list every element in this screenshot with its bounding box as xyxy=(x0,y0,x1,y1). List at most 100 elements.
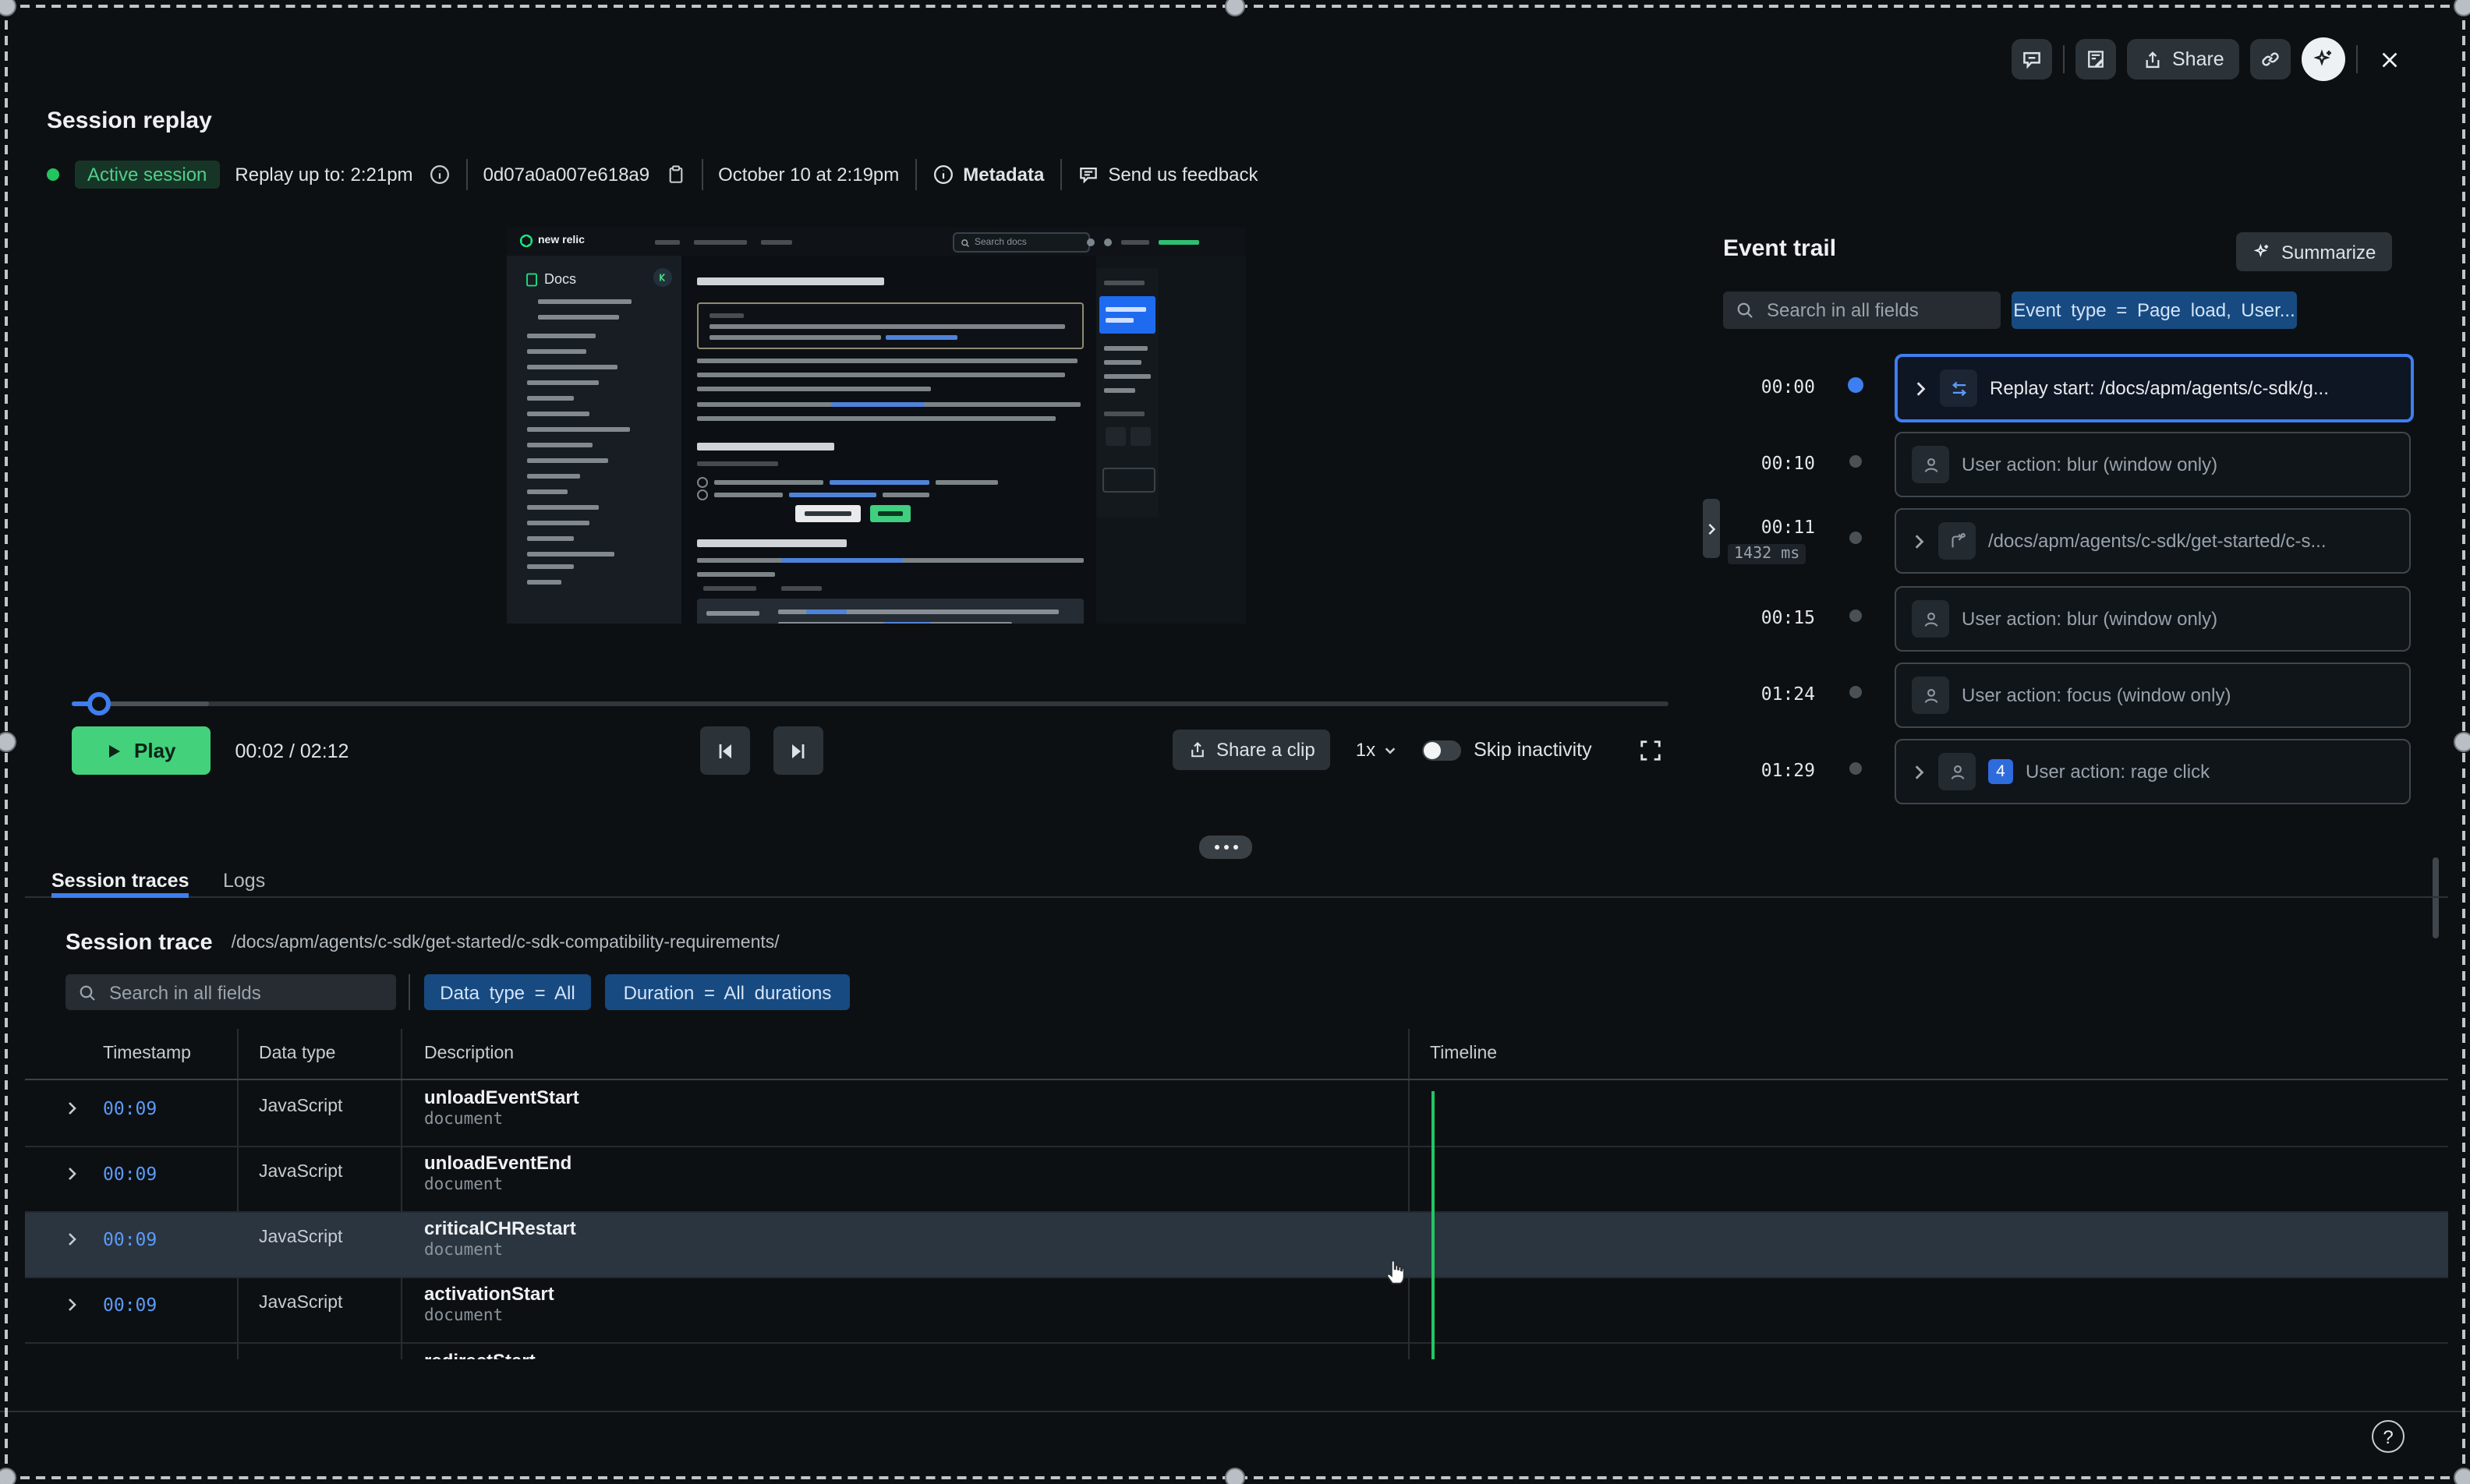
metadata-button[interactable]: Metadata xyxy=(932,164,1044,186)
cell-description: unloadEventEnd xyxy=(424,1152,571,1174)
event-duration: 1432 ms xyxy=(1728,544,1806,564)
cell-description: activationStart xyxy=(424,1283,554,1305)
feedback-button[interactable]: Send us feedback xyxy=(1077,164,1258,186)
event-dot xyxy=(1848,377,1863,393)
redacted-text-bar xyxy=(527,334,596,338)
redacted-text-bar xyxy=(527,365,618,369)
event-time: 01:29 xyxy=(1722,759,1815,781)
data-type-filter-pill[interactable]: Data type = All xyxy=(424,974,591,1010)
selection-handle[interactable] xyxy=(2454,732,2470,752)
chevron-right-icon[interactable] xyxy=(1913,380,1927,397)
preview-navbar: new relic Search docs xyxy=(507,228,1246,256)
row-expand-icon[interactable] xyxy=(65,1101,78,1116)
event-label: Replay start: /docs/apm/agents/c-sdk/g..… xyxy=(1990,377,2329,399)
skip-inactivity-toggle[interactable] xyxy=(1422,740,1461,760)
tab-session-traces[interactable]: Session traces xyxy=(51,870,189,892)
note-edit-icon xyxy=(2085,48,2107,70)
cell-timestamp[interactable]: 00:09 xyxy=(103,1294,157,1316)
active-tab-underline xyxy=(51,893,189,898)
mouse-cursor xyxy=(1382,1255,1410,1286)
selection-handle[interactable] xyxy=(1225,0,1245,16)
page-title: Session replay xyxy=(47,108,212,134)
pane-resize-handle[interactable] xyxy=(1199,836,1252,859)
col-timeline[interactable]: Timeline xyxy=(1430,1044,1497,1063)
cell-timestamp[interactable]: 00:09 xyxy=(103,1228,157,1250)
feedback-label: Send us feedback xyxy=(1108,164,1258,186)
preview-callout xyxy=(697,302,1084,349)
close-button[interactable] xyxy=(2369,39,2410,80)
chevron-right-icon[interactable] xyxy=(1912,532,1926,549)
row-expand-icon[interactable] xyxy=(65,1166,78,1182)
event-search-input[interactable] xyxy=(1764,298,1988,323)
playback-speed-dropdown[interactable]: 1x xyxy=(1356,739,1397,761)
clipboard-icon[interactable] xyxy=(665,164,685,186)
tab-logs[interactable]: Logs xyxy=(223,870,265,892)
event-count-badge: 4 xyxy=(1988,759,2013,784)
duration-filter-pill[interactable]: Duration = All durations xyxy=(605,974,850,1010)
event-card-user-action[interactable]: User action: blur (window only) xyxy=(1895,432,2411,497)
user-icon xyxy=(1912,446,1949,483)
event-card-replay-start[interactable]: Replay start: /docs/apm/agents/c-sdk/g..… xyxy=(1895,354,2414,422)
event-card-user-action[interactable]: User action: focus (window only) xyxy=(1895,662,2411,728)
selection-handle[interactable] xyxy=(0,1468,16,1484)
selection-handle[interactable] xyxy=(0,732,16,752)
col-timestamp[interactable]: Timestamp xyxy=(103,1044,191,1063)
col-description[interactable]: Description xyxy=(424,1044,514,1063)
comment-button[interactable] xyxy=(2012,39,2052,80)
cell-timestamp[interactable]: 00:09 xyxy=(103,1097,157,1119)
link-icon xyxy=(2260,48,2282,70)
share-icon xyxy=(2143,49,2163,69)
share-label: Share xyxy=(2172,48,2224,70)
event-type-filter-pill[interactable]: Event type = Page load, User... xyxy=(2012,292,2297,329)
selection-handle[interactable] xyxy=(0,0,16,16)
trace-search-input[interactable] xyxy=(106,980,384,1005)
skip-back-button[interactable] xyxy=(700,726,750,775)
help-button[interactable]: ? xyxy=(2372,1420,2405,1453)
row-expand-icon[interactable] xyxy=(65,1231,78,1247)
trace-search[interactable] xyxy=(65,974,396,1010)
event-card-rage-click[interactable]: 4 User action: rage click xyxy=(1895,739,2411,804)
session-status-bar: Active session Replay up to: 2:21pm 0d07… xyxy=(47,159,1258,190)
cell-sub: document xyxy=(424,1241,503,1260)
redacted-text-bar xyxy=(527,380,599,385)
redacted-text-bar xyxy=(527,412,589,416)
copy-link-button[interactable] xyxy=(2251,39,2291,80)
share-button[interactable]: Share xyxy=(2127,39,2240,80)
footer-divider xyxy=(0,1411,2470,1412)
selection-handle[interactable] xyxy=(2454,1468,2470,1484)
comment-icon xyxy=(2021,48,2043,70)
progress-handle[interactable] xyxy=(87,692,111,716)
scrollbar-thumb[interactable] xyxy=(2433,857,2439,938)
summarize-label: Summarize xyxy=(2281,241,2376,263)
cell-description: criticalCHRestart xyxy=(424,1217,576,1239)
share-clip-button[interactable]: Share a clip xyxy=(1173,730,1331,770)
chevron-right-icon[interactable] xyxy=(1912,763,1926,780)
cell-description: redirectStart xyxy=(424,1350,536,1359)
event-label: User action: rage click xyxy=(2026,761,2210,783)
header-divider xyxy=(466,159,468,190)
redacted-text-bar xyxy=(697,572,775,577)
panel-expander-tab[interactable] xyxy=(1703,499,1720,558)
info-icon[interactable] xyxy=(429,164,451,186)
close-icon xyxy=(2378,48,2401,71)
summarize-button[interactable]: Summarize xyxy=(2236,232,2391,271)
notes-button[interactable] xyxy=(2075,39,2116,80)
page-view-icon xyxy=(1938,522,1976,560)
cell-timestamp[interactable]: 00:09 xyxy=(103,1163,157,1185)
event-dot xyxy=(1849,455,1862,468)
skip-forward-button[interactable] xyxy=(773,726,823,775)
play-button[interactable]: Play xyxy=(72,726,211,775)
selection-handle[interactable] xyxy=(1225,1468,1245,1484)
fullscreen-button[interactable] xyxy=(1639,738,1662,761)
event-card-user-action[interactable]: User action: blur (window only) xyxy=(1895,586,2411,652)
selection-handle[interactable] xyxy=(2454,0,2470,16)
ai-assistant-button[interactable] xyxy=(2302,37,2346,81)
replay-video-preview[interactable]: new relic Search docs Docs xyxy=(507,228,1246,624)
player-controls-center xyxy=(700,726,823,775)
event-search[interactable] xyxy=(1723,292,2001,329)
col-data-type[interactable]: Data type xyxy=(259,1044,335,1063)
event-card-page-view[interactable]: /docs/apm/agents/c-sdk/get-started/c-s..… xyxy=(1895,508,2411,574)
row-expand-icon[interactable] xyxy=(65,1297,78,1313)
redacted-text-bar xyxy=(1104,374,1151,379)
event-dot xyxy=(1849,686,1862,698)
